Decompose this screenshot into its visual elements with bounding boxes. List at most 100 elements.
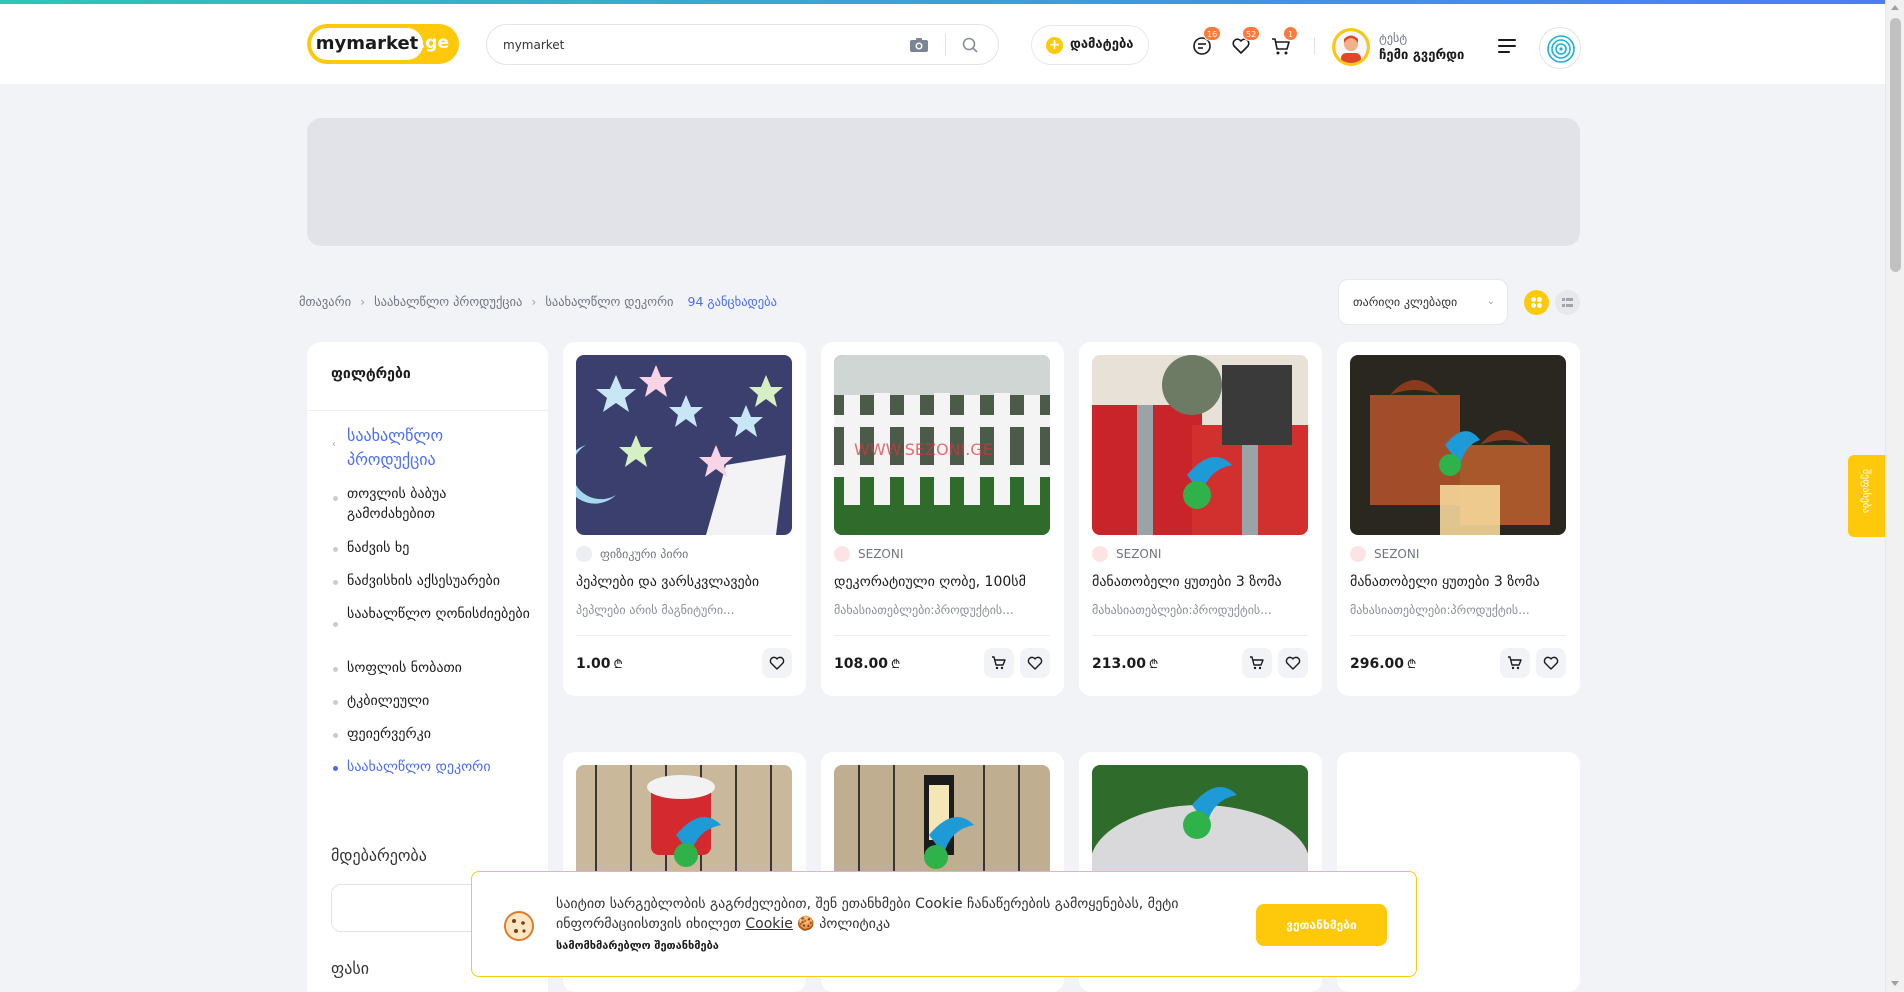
product-title[interactable]: პეპლები და ვარსკვლავები [576,574,792,590]
chevron-left-icon[interactable]: ‹ [332,439,336,450]
card-divider [834,635,1050,636]
my-page-link[interactable]: ჩემი გვერდი [1379,48,1464,63]
product-image[interactable] [576,355,792,535]
grid-view-button[interactable] [1524,290,1549,315]
favorite-button[interactable] [762,648,792,678]
favorites-badge: 52 [1242,26,1261,41]
header: mymarket .ge + დამატება 16 52 1 ტესტ ჩემ… [0,4,1885,84]
heart-icon [1027,656,1043,670]
favorite-button[interactable] [1278,648,1308,678]
messages-badge: 16 [1203,26,1222,41]
menu-icon[interactable] [1498,39,1516,53]
product-title[interactable]: მანათობელი ყუთები 3 ზომა [1350,574,1566,590]
search-icon[interactable] [961,36,979,54]
search-input[interactable] [503,35,883,55]
tbc-logo-button[interactable] [1539,27,1581,69]
scroll-thumb[interactable] [1890,18,1901,272]
product-title[interactable]: დეკორატიული ღობე, 100სმ [834,574,1050,590]
add-listing-label: დამატება [1070,37,1134,52]
listing-count: 94 განცხადება [687,294,777,309]
user-agreement-link[interactable]: სამომხმარებლო შეთანხმება [556,939,719,952]
breadcrumb-new-year-decor[interactable]: საახალწლო დეკორი [545,294,673,309]
sort-select[interactable]: თარიღი კლებადი ⌄ [1338,279,1508,325]
seller-name[interactable]: SEZONI [1092,546,1161,562]
add-listing-button[interactable]: + დამატება [1031,25,1149,65]
bullet-icon [333,733,338,738]
product-card[interactable]: SEZONI მანათობელი ყუთები 3 ზომა მახასიათ… [1337,342,1580,696]
cart-icon [1250,656,1264,670]
logo-tld: .ge [418,33,449,53]
currency-symbol: ₾ [1149,657,1159,671]
cookie-policy-suffix: 🍪 პოლიტიკა [797,916,891,932]
accept-cookies-button[interactable]: ვეთანხმები [1256,904,1387,946]
seller-name[interactable]: SEZONI [834,546,903,562]
sidebar-item-decor[interactable]: საახალწლო დეკორი [347,757,537,777]
breadcrumb-separator: › [531,294,537,309]
chevron-down-icon: ⌄ [1486,296,1495,307]
favorite-button[interactable] [1020,648,1050,678]
bullet-icon [333,766,338,771]
logo-text: mymarket [311,28,423,60]
shop-icon [1350,546,1366,562]
fingerprint-icon [1547,35,1575,63]
user-name: ტესტ [1379,31,1408,45]
currency-symbol: ₾ [1407,657,1417,671]
favorite-button[interactable] [1536,648,1566,678]
scroll-up-arrow-icon[interactable] [1891,5,1899,10]
cart-icon [1508,656,1522,670]
search-box [486,24,999,65]
price-value: 213.00 [1092,656,1147,672]
sidebar-item-sweets[interactable]: ტკბილეული [347,691,537,711]
product-price: 1.00 ₾ [576,655,623,672]
seller-label: SEZONI [1116,547,1162,561]
cookie-icon [504,911,534,941]
sidebar-item-santa[interactable]: თოვლის ბაბუა გამოძახებით [347,484,537,524]
product-image[interactable] [1350,355,1566,535]
heart-icon [769,656,785,670]
parent-category[interactable]: საახალწლო პროდუქცია [347,424,527,472]
user-icon [576,546,592,562]
camera-icon[interactable] [909,37,929,53]
sidebar-item-events[interactable]: საახალწლო ღონისძიებები [347,604,537,624]
cookie-policy-link[interactable]: Cookie [745,916,793,932]
product-description: მახასიათებლები:პროდუქტის... [1092,603,1272,617]
shop-icon [834,546,850,562]
sidebar-item-tree[interactable]: ნაძვის ხე [347,538,537,558]
product-image[interactable] [1092,355,1308,535]
list-icon [1562,298,1573,307]
avatar[interactable] [1332,28,1370,66]
ad-banner[interactable] [307,118,1580,246]
add-to-cart-button[interactable] [1500,648,1530,678]
product-price: 108.00 ₾ [834,655,900,672]
sidebar-item-fireworks[interactable]: ფეიერვერკი [347,724,537,744]
breadcrumb-home[interactable]: მთავარი [299,294,351,309]
search-divider [945,34,946,56]
bullet-icon [333,622,338,627]
sidebar-item-village[interactable]: სოფლის ნობათი [347,658,537,678]
seller-label: SEZONI [1374,547,1420,561]
product-card[interactable]: SEZONI მანათობელი ყუთები 3 ზომა მახასიათ… [1079,342,1322,696]
product-title[interactable]: მანათობელი ყუთები 3 ზომა [1092,574,1308,590]
add-to-cart-button[interactable] [1242,648,1272,678]
scroll-down-arrow-icon[interactable] [1891,981,1899,986]
logo[interactable]: mymarket .ge [307,24,459,64]
header-divider [1314,37,1315,55]
bullet-icon [333,667,338,672]
bullet-icon [333,547,338,552]
seller-name[interactable]: SEZONI [1350,546,1419,562]
page-scrollbar[interactable] [1885,0,1904,992]
heart-icon [1285,656,1301,670]
product-card[interactable]: WWW.SEZONI.GE SEZONI დეკორატიული ღობე, 1… [821,342,1064,696]
heart-icon [1543,656,1559,670]
add-to-cart-button[interactable] [984,648,1014,678]
currency-symbol: ₾ [891,657,901,671]
seller-name[interactable]: ფიზიკური პირი [576,546,688,562]
feedback-tab[interactable]: შეფასება [1848,455,1886,537]
sidebar-item-tree-accessories[interactable]: ნაძვისხის აქსესუარები [347,571,537,591]
product-image[interactable]: WWW.SEZONI.GE [834,355,1050,535]
list-view-button[interactable] [1555,290,1580,315]
card-divider [1092,635,1308,636]
breadcrumb-new-year-products[interactable]: საახალწლო პროდუქცია [374,294,522,309]
product-card[interactable]: ფიზიკური პირი პეპლები და ვარსკვლავები პე… [563,342,806,696]
product-description: პეპლები არის მაგნიტური... [576,603,735,617]
